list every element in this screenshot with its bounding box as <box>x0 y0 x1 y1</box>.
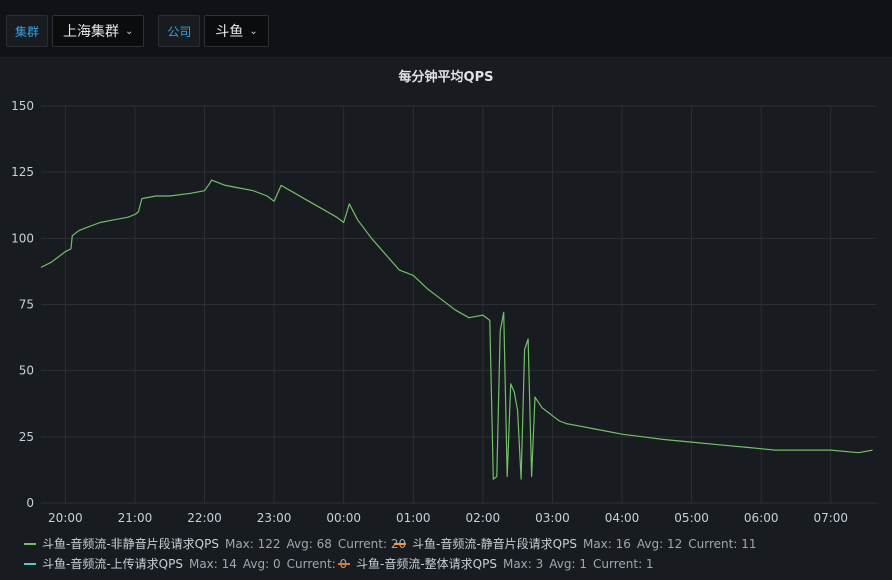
legend-max: Max: 3 <box>502 556 544 571</box>
y-tick-label: 50 <box>19 364 34 378</box>
legend-max: Max: 122 <box>224 536 281 551</box>
legend-max: Max: 14 <box>188 556 237 571</box>
x-tick-label: 03:00 <box>535 511 570 525</box>
legend-swatch <box>24 542 36 545</box>
cluster-select[interactable]: 上海集群 ⌄ <box>52 15 145 47</box>
legend-avg: Avg: 0 <box>242 556 281 571</box>
y-tick-label: 125 <box>11 165 34 179</box>
legend-name: 斗鱼-音频流-整体请求QPS <box>356 557 497 571</box>
x-tick-label: 02:00 <box>466 511 501 525</box>
x-tick-label: 04:00 <box>605 511 640 525</box>
legend-avg: Avg: 1 <box>549 556 587 571</box>
legend-item-series1[interactable]: 斗鱼-音频流-非静音片段请求QPS Max: 122 Avg: 68 Curre… <box>24 535 406 552</box>
x-tick-label: 21:00 <box>118 511 153 525</box>
legend-item-series3[interactable]: 斗鱼-音频流-上传请求QPS Max: 14 Avg: 0 Current: 0 <box>24 555 347 572</box>
legend-name: 斗鱼-音频流-上传请求QPS <box>42 557 183 571</box>
cluster-label: 集群 <box>6 15 49 47</box>
legend-swatch <box>338 562 350 565</box>
legend-avg: Avg: 68 <box>286 536 332 551</box>
legend-current: Current: 11 <box>688 536 757 551</box>
y-tick-label: 25 <box>19 430 34 444</box>
company-select-value: 斗鱼 <box>215 24 244 40</box>
legend-swatch <box>24 562 36 565</box>
legend-swatch <box>394 542 406 545</box>
company-label: 公司 <box>158 15 201 47</box>
legend-name: 斗鱼-音频流-静音片段请求QPS <box>412 537 577 551</box>
line-chart: 0 25 50 75 100 125 150 20:00 21:00 22:00 23:00 00:0… <box>11 99 876 525</box>
series-line-1 <box>40 179 873 480</box>
x-tick-label: 00:00 <box>326 511 361 525</box>
legend-current: Current: 1 <box>593 556 654 571</box>
x-tick-label: 01:00 <box>396 511 431 525</box>
chevron-down-icon: ⌄ <box>125 25 134 37</box>
x-tick-label: 07:00 <box>813 511 848 525</box>
legend-item-series2[interactable]: 斗鱼-音频流-静音片段请求QPS Max: 16 Avg: 12 Current… <box>394 535 756 552</box>
qps-panel: 每分钟平均QPS 0 25 50 75 100 125 150 20:00 21:00 22:00… <box>0 57 892 580</box>
cluster-select-value: 上海集群 <box>63 24 120 40</box>
y-tick-label: 150 <box>11 99 34 113</box>
x-tick-label: 22:00 <box>187 511 222 525</box>
legend-avg: Avg: 12 <box>636 536 683 551</box>
legend-item-series4[interactable]: 斗鱼-音频流-整体请求QPS Max: 3 Avg: 1 Current: 1 <box>338 555 654 572</box>
legend-name: 斗鱼-音频流-非静音片段请求QPS <box>42 537 219 551</box>
legend-max: Max: 16 <box>582 536 631 551</box>
x-tick-label: 23:00 <box>257 511 292 525</box>
x-tick-label: 06:00 <box>744 511 779 525</box>
y-tick-label: 75 <box>19 298 34 312</box>
y-tick-label: 100 <box>11 231 34 245</box>
chevron-down-icon: ⌄ <box>249 25 258 37</box>
company-select[interactable]: 斗鱼 ⌄ <box>204 15 269 47</box>
y-tick-label: 0 <box>26 496 34 510</box>
x-tick-label: 20:00 <box>48 511 83 525</box>
x-tick-label: 05:00 <box>674 511 709 525</box>
filter-bar: 集群 上海集群 ⌄ 公司 斗鱼 ⌄ <box>6 15 283 47</box>
